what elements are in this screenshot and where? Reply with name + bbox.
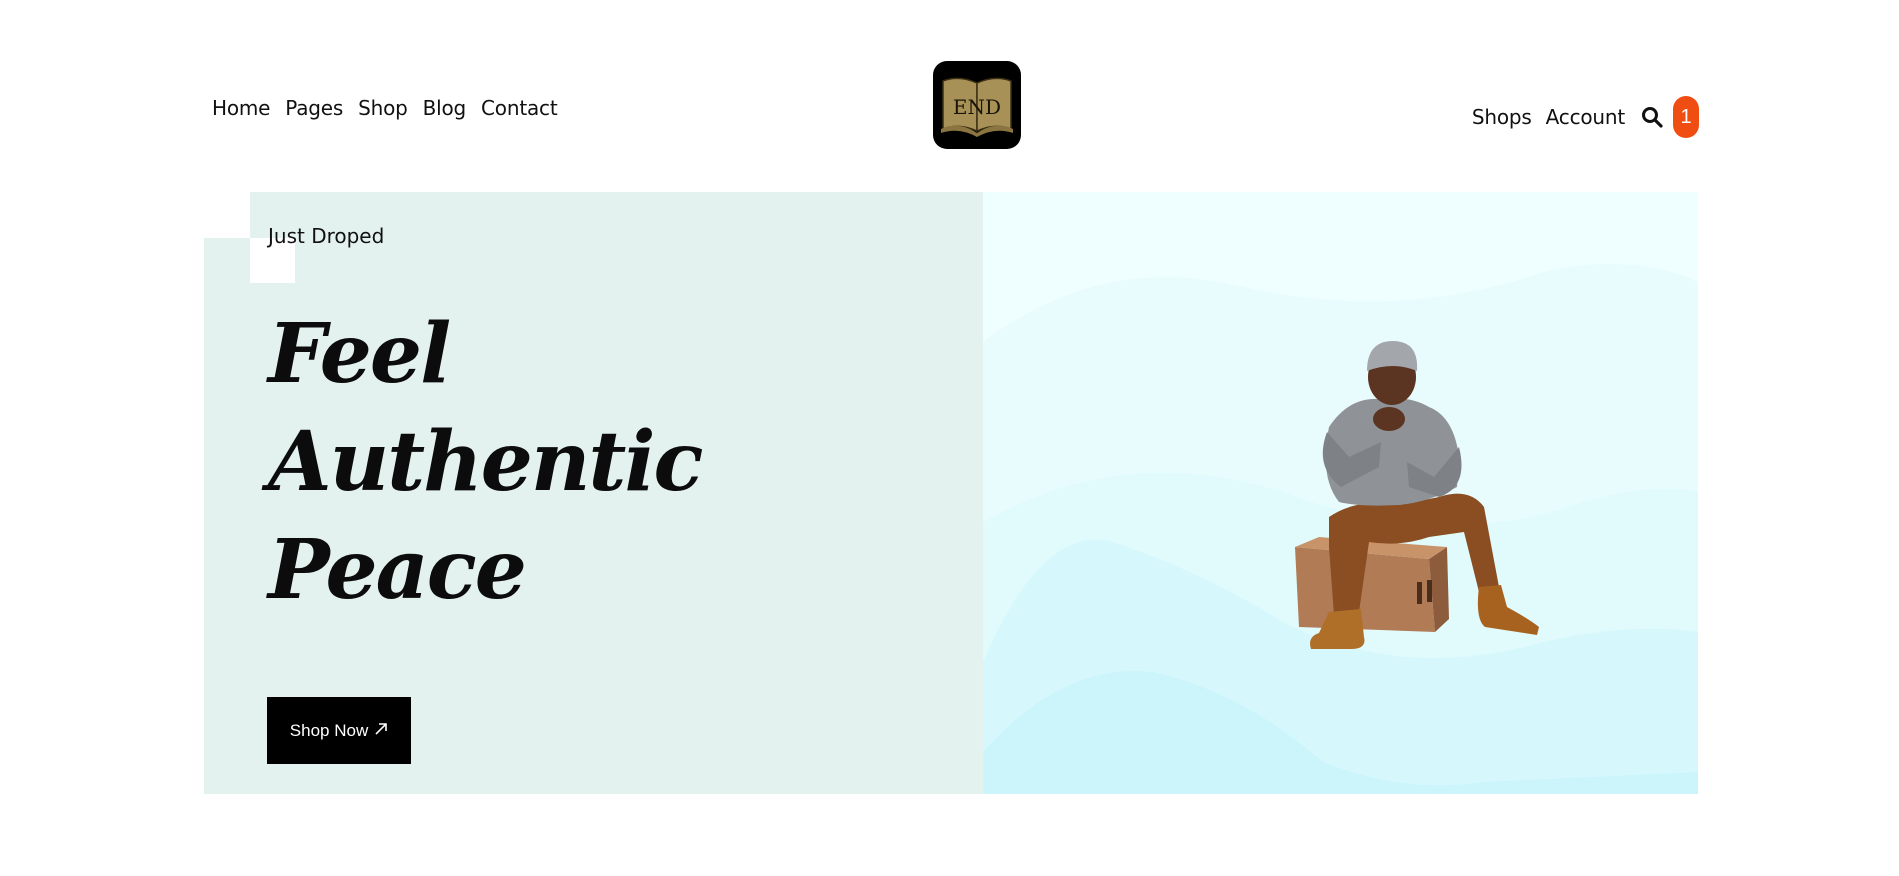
decor-square xyxy=(204,192,250,238)
shop-now-label: Shop Now xyxy=(289,720,369,740)
hero-banner: Just Droped Feel Authentic Peace Shop No… xyxy=(204,192,1698,794)
hero-image-panel xyxy=(983,192,1698,794)
search-icon[interactable] xyxy=(1641,106,1663,128)
hero-title-line: Peace xyxy=(268,522,527,618)
book-logo-icon: END xyxy=(941,77,1013,137)
site-logo[interactable]: END xyxy=(933,61,1021,149)
utility-nav: Shops Account 1 xyxy=(1472,96,1699,138)
nav-account[interactable]: Account xyxy=(1546,105,1626,129)
site-header: Home Pages Shop Blog Contact END Shops A… xyxy=(0,0,1899,190)
nav-blog[interactable]: Blog xyxy=(423,96,467,120)
model-photo xyxy=(1295,341,1539,649)
nav-shop[interactable]: Shop xyxy=(358,96,408,120)
nav-shops[interactable]: Shops xyxy=(1472,105,1532,129)
shop-now-button[interactable]: Shop Now xyxy=(267,697,411,764)
hero-title: Feel Authentic Peace xyxy=(268,300,868,624)
primary-nav: Home Pages Shop Blog Contact xyxy=(212,96,558,120)
hero-eyebrow: Just Droped xyxy=(268,224,385,248)
hero-title-line: Authentic xyxy=(268,414,703,510)
arrow-up-right-icon xyxy=(374,721,388,741)
hero-text-panel: Just Droped Feel Authentic Peace Shop No… xyxy=(204,192,983,794)
cart-count-badge[interactable]: 1 xyxy=(1673,96,1699,138)
nav-contact[interactable]: Contact xyxy=(481,96,558,120)
hero-title-line: Feel xyxy=(268,306,451,402)
svg-text:END: END xyxy=(953,95,1001,119)
nav-pages[interactable]: Pages xyxy=(285,96,343,120)
nav-home[interactable]: Home xyxy=(212,96,270,120)
